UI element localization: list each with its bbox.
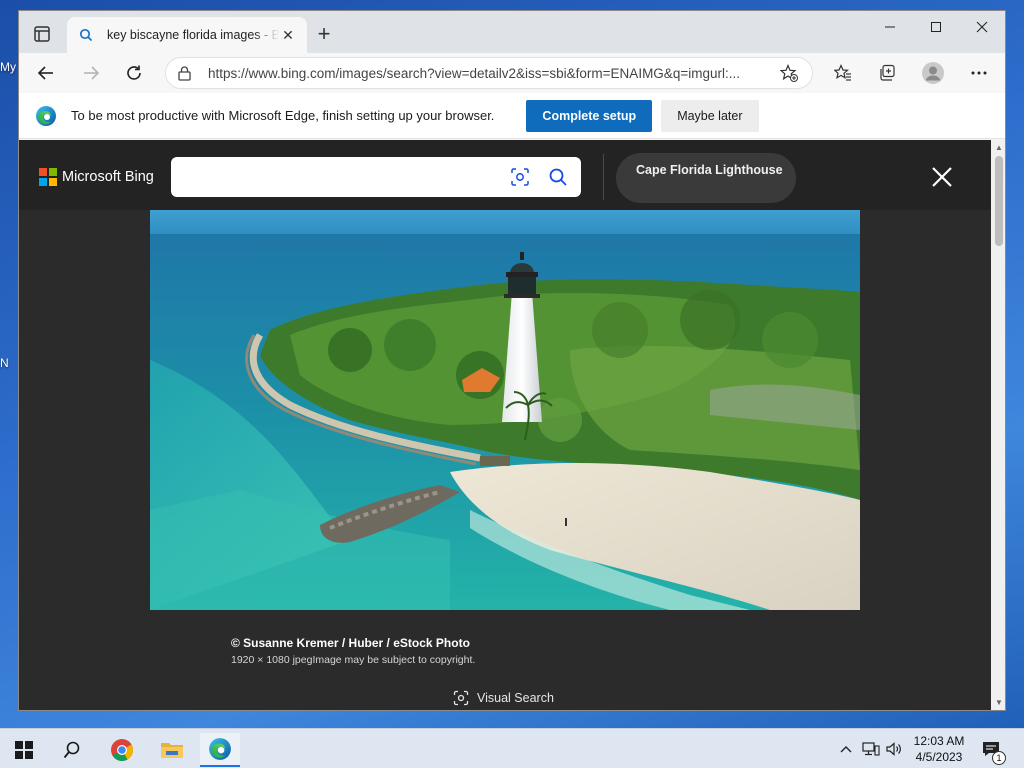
visual-search-camera-icon[interactable]: [509, 166, 531, 188]
more-options-icon[interactable]: [965, 59, 993, 87]
scrollbar-thumb[interactable]: [995, 156, 1003, 246]
network-icon[interactable]: [860, 729, 882, 768]
tab-active[interactable]: key biscayne florida images - Bing ✕: [67, 17, 307, 53]
favorites-icon[interactable]: [829, 59, 857, 87]
bing-search-input[interactable]: [171, 157, 581, 197]
volume-icon[interactable]: [884, 729, 906, 768]
collections-icon[interactable]: [873, 59, 901, 87]
clock-time: 12:03 AM: [913, 734, 965, 748]
chrome-icon[interactable]: [102, 733, 142, 767]
visual-search-button[interactable]: Visual Search: [453, 689, 554, 707]
system-clock[interactable]: 12:03 AM 4/5/2023: [904, 733, 974, 765]
close-viewer-icon[interactable]: [927, 162, 957, 192]
visual-search-icon: [453, 689, 471, 707]
tab-title: key biscayne florida images - Bing: [107, 28, 279, 42]
tab-strip: key biscayne florida images - Bing ✕ +: [19, 11, 1005, 53]
viewer-header: Microsoft Bing Cape Florida Lighthouse: [19, 140, 991, 210]
image-meta: 1920 × 1080 jpegImage may be subject to …: [231, 654, 476, 666]
tab-actions-icon[interactable]: [29, 23, 55, 45]
vertical-scrollbar[interactable]: ▲ ▼: [991, 140, 1005, 710]
visual-search-label: Visual Search: [477, 691, 554, 705]
back-arrow-icon[interactable]: [32, 59, 60, 87]
desktop-icon-label[interactable]: My: [0, 60, 16, 74]
scroll-up-icon[interactable]: ▲: [994, 143, 1004, 153]
new-tab-icon[interactable]: +: [313, 23, 335, 45]
edge-taskbar-icon[interactable]: [200, 733, 240, 767]
desktop-icon-label[interactable]: N: [0, 356, 9, 370]
add-favorite-icon[interactable]: [778, 64, 800, 82]
microsoft-logo-icon: [39, 168, 57, 186]
navigation-toolbar: https://www.bing.com/images/search?view=…: [19, 53, 1005, 93]
browser-window: key biscayne florida images - Bing ✕ + h…: [18, 10, 1006, 711]
taskbar-search-icon[interactable]: [52, 733, 92, 767]
search-icon[interactable]: [547, 166, 569, 188]
lock-icon[interactable]: [178, 65, 196, 81]
forward-arrow-icon[interactable]: [77, 59, 105, 87]
notification-count-badge: 1: [992, 751, 1006, 765]
image-credit: © Susanne Kremer / Huber / eStock Photo: [231, 636, 470, 650]
setup-infobar: To be most productive with Microsoft Edg…: [19, 93, 1005, 139]
address-bar[interactable]: https://www.bing.com/images/search?view=…: [165, 57, 813, 89]
refresh-icon[interactable]: [120, 59, 148, 87]
setup-message: To be most productive with Microsoft Edg…: [71, 108, 495, 123]
microsoft-bing-logo[interactable]: Microsoft Bing: [39, 168, 154, 186]
lighthouse-photo[interactable]: [150, 210, 860, 610]
search-icon: [77, 26, 95, 44]
file-explorer-icon[interactable]: [152, 733, 192, 767]
start-windows-icon[interactable]: [4, 733, 44, 767]
tab-close-icon[interactable]: ✕: [279, 26, 297, 44]
url-text[interactable]: https://www.bing.com/images/search?view=…: [208, 66, 778, 81]
maybe-later-button[interactable]: Maybe later: [661, 99, 759, 132]
profile-avatar-icon[interactable]: [919, 59, 947, 87]
taskbar: 12:03 AM 4/5/2023 1: [0, 728, 1024, 768]
maximize-icon[interactable]: [913, 11, 959, 43]
image-detail-viewer: Microsoft Bing Cape Florida Lighthouse ©…: [19, 140, 991, 710]
show-hidden-icons-chevron-icon[interactable]: [836, 729, 856, 768]
minimize-icon[interactable]: [867, 11, 913, 43]
header-divider: [603, 154, 604, 200]
scroll-down-icon[interactable]: ▼: [994, 698, 1004, 708]
edge-logo-icon: [35, 105, 57, 127]
bing-brand-text: Microsoft Bing: [62, 169, 154, 185]
clock-date: 4/5/2023: [915, 750, 963, 764]
related-search-pill[interactable]: Cape Florida Lighthouse: [616, 153, 796, 203]
window-close-icon[interactable]: [959, 11, 1005, 43]
complete-setup-button[interactable]: Complete setup: [526, 99, 653, 132]
